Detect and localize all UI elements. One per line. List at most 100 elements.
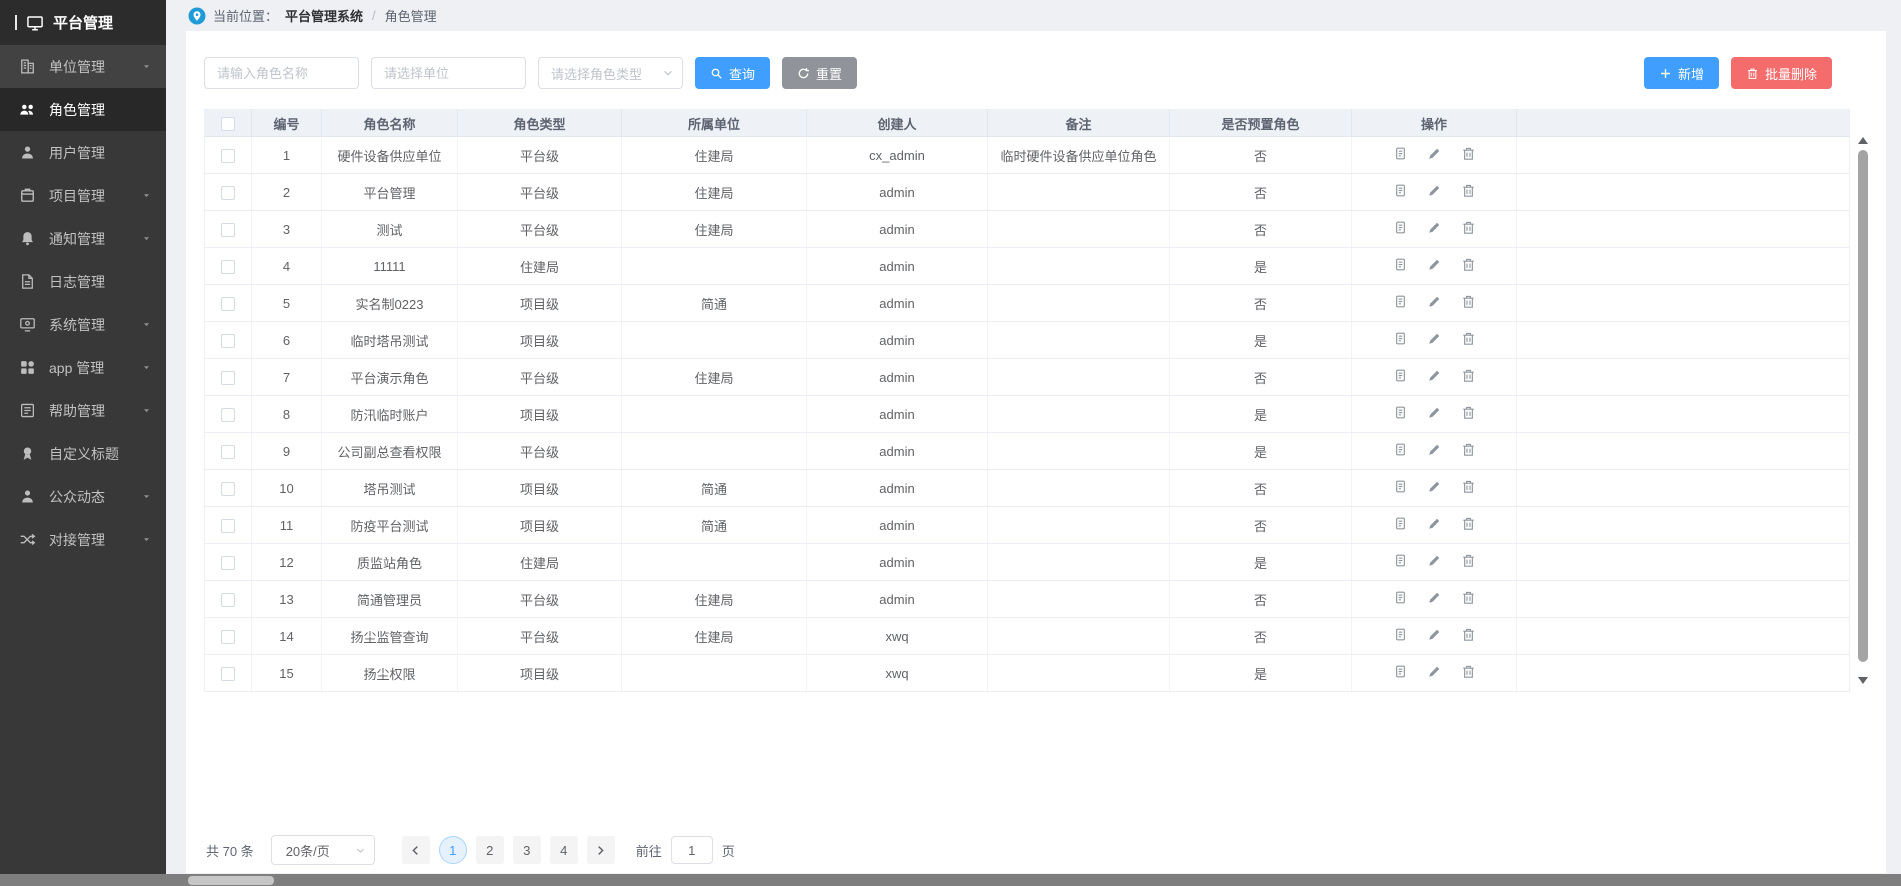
edit-button[interactable]	[1427, 257, 1442, 272]
view-button[interactable]	[1393, 479, 1408, 494]
delete-button[interactable]	[1461, 294, 1476, 309]
edit-button[interactable]	[1427, 664, 1442, 679]
sidebar-item-user[interactable]: 用户管理	[0, 131, 166, 174]
delete-button[interactable]	[1461, 590, 1476, 605]
page-button-1[interactable]: 1	[439, 836, 467, 864]
page-button-2[interactable]: 2	[476, 836, 504, 864]
view-button[interactable]	[1393, 553, 1408, 568]
row-checkbox[interactable]	[221, 630, 235, 644]
delete-button[interactable]	[1461, 257, 1476, 272]
row-checkbox[interactable]	[221, 482, 235, 496]
row-checkbox[interactable]	[221, 667, 235, 681]
delete-button[interactable]	[1461, 220, 1476, 235]
delete-button[interactable]	[1461, 331, 1476, 346]
select-all-checkbox[interactable]	[221, 117, 235, 131]
row-checkbox[interactable]	[221, 556, 235, 570]
delete-button[interactable]	[1461, 405, 1476, 420]
page-button-4[interactable]: 4	[550, 836, 578, 864]
delete-button[interactable]	[1461, 516, 1476, 531]
unit-input[interactable]	[371, 57, 526, 89]
edit-button[interactable]	[1427, 442, 1442, 457]
prev-page-button[interactable]	[402, 836, 430, 864]
role-type-select[interactable]: 请选择角色类型	[538, 57, 683, 89]
sidebar-item-integration[interactable]: 对接管理	[0, 518, 166, 561]
view-button[interactable]	[1393, 664, 1408, 679]
sidebar-item-notice[interactable]: 通知管理	[0, 217, 166, 260]
cell-actions	[1352, 433, 1517, 470]
delete-button[interactable]	[1461, 368, 1476, 383]
search-button[interactable]: 查询	[695, 57, 770, 89]
chevron-right-icon	[594, 844, 607, 857]
page-size-select[interactable]: 20条/页	[271, 835, 375, 865]
delete-button[interactable]	[1461, 553, 1476, 568]
row-checkbox[interactable]	[221, 593, 235, 607]
row-select-cell	[205, 211, 252, 248]
edit-button[interactable]	[1427, 553, 1442, 568]
page-button-3[interactable]: 3	[513, 836, 541, 864]
sidebar-item-log[interactable]: 日志管理	[0, 260, 166, 303]
edit-button[interactable]	[1427, 405, 1442, 420]
cell-role-type: 平台级	[458, 137, 622, 174]
scroll-up-arrow[interactable]	[1858, 137, 1868, 144]
batch-delete-button[interactable]: 批量删除	[1731, 57, 1832, 89]
view-button[interactable]	[1393, 183, 1408, 198]
edit-button[interactable]	[1427, 146, 1442, 161]
edit-button[interactable]	[1427, 220, 1442, 235]
view-button[interactable]	[1393, 257, 1408, 272]
row-checkbox[interactable]	[221, 519, 235, 533]
next-page-button[interactable]	[587, 836, 615, 864]
view-button[interactable]	[1393, 442, 1408, 457]
sidebar-item-app[interactable]: app 管理	[0, 346, 166, 389]
horizontal-scrollbar-thumb[interactable]	[188, 876, 274, 885]
table-row: 411111住建局admin是	[205, 248, 1850, 285]
view-button[interactable]	[1393, 220, 1408, 235]
goto-page-input[interactable]	[671, 836, 713, 864]
edit-button[interactable]	[1427, 627, 1442, 642]
view-button[interactable]	[1393, 294, 1408, 309]
delete-button[interactable]	[1461, 479, 1476, 494]
row-checkbox[interactable]	[221, 260, 235, 274]
cell-creator: admin	[807, 174, 988, 211]
edit-button[interactable]	[1427, 368, 1442, 383]
view-button[interactable]	[1393, 627, 1408, 642]
edit-button[interactable]	[1427, 590, 1442, 605]
delete-button[interactable]	[1461, 442, 1476, 457]
row-checkbox[interactable]	[221, 223, 235, 237]
delete-button[interactable]	[1461, 146, 1476, 161]
view-button[interactable]	[1393, 590, 1408, 605]
row-checkbox[interactable]	[221, 149, 235, 163]
edit-button[interactable]	[1427, 331, 1442, 346]
row-checkbox[interactable]	[221, 371, 235, 385]
project-icon	[19, 187, 36, 204]
edit-button[interactable]	[1427, 183, 1442, 198]
add-button[interactable]: 新增	[1644, 57, 1719, 89]
view-button[interactable]	[1393, 146, 1408, 161]
view-button[interactable]	[1393, 405, 1408, 420]
edit-button[interactable]	[1427, 516, 1442, 531]
row-checkbox[interactable]	[221, 186, 235, 200]
row-checkbox[interactable]	[221, 334, 235, 348]
sidebar-item-help[interactable]: 帮助管理	[0, 389, 166, 432]
row-checkbox[interactable]	[221, 408, 235, 422]
view-button[interactable]	[1393, 516, 1408, 531]
view-button[interactable]	[1393, 368, 1408, 383]
scroll-down-arrow[interactable]	[1858, 677, 1868, 684]
role-name-input[interactable]	[204, 57, 359, 89]
edit-button[interactable]	[1427, 294, 1442, 309]
delete-button[interactable]	[1461, 664, 1476, 679]
row-checkbox[interactable]	[221, 297, 235, 311]
sidebar-item-unit[interactable]: 单位管理	[0, 45, 166, 88]
sidebar-item-role[interactable]: 角色管理	[0, 88, 166, 131]
sidebar-item-project[interactable]: 项目管理	[0, 174, 166, 217]
view-button[interactable]	[1393, 331, 1408, 346]
reset-button[interactable]: 重置	[782, 57, 857, 89]
delete-button[interactable]	[1461, 627, 1476, 642]
sidebar-item-system[interactable]: 系统管理	[0, 303, 166, 346]
sidebar-item-public[interactable]: 公众动态	[0, 475, 166, 518]
sidebar-item-custom-title[interactable]: 自定义标题	[0, 432, 166, 475]
scrollbar-thumb[interactable]	[1858, 150, 1868, 662]
breadcrumb-root[interactable]: 平台管理系统	[285, 6, 363, 25]
edit-button[interactable]	[1427, 479, 1442, 494]
delete-button[interactable]	[1461, 183, 1476, 198]
row-checkbox[interactable]	[221, 445, 235, 459]
